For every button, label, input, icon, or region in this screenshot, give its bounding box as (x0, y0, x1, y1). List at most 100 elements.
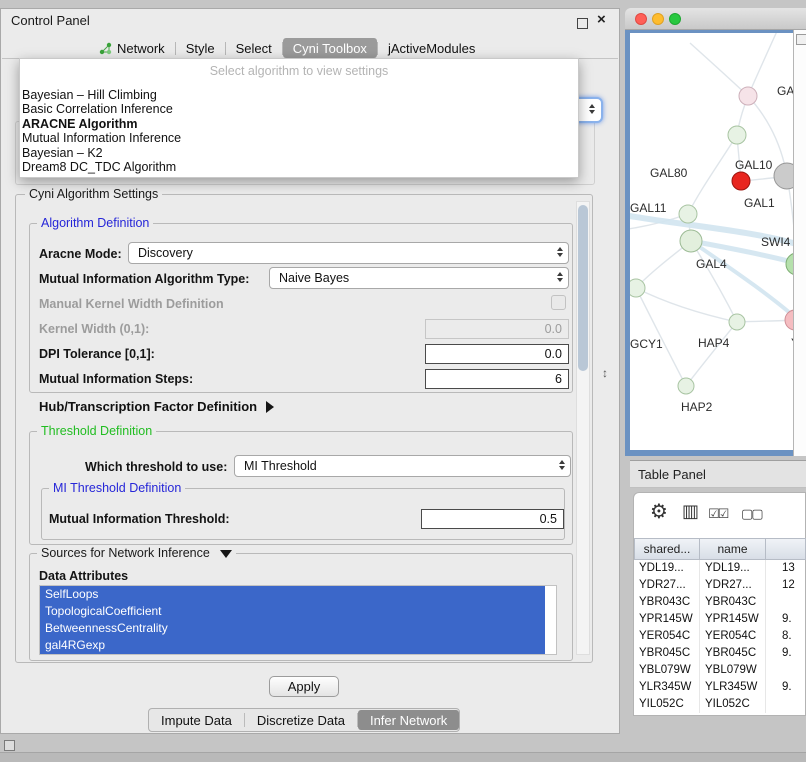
which-threshold-label: Which threshold to use: (85, 460, 227, 474)
float-panel-icon[interactable] (577, 16, 588, 34)
table-row[interactable]: YIL052C YIL052C (634, 696, 806, 713)
tab-network[interactable]: Network (89, 38, 175, 58)
table-row[interactable]: YDL19... YDL19... 13 (634, 560, 806, 577)
network-node[interactable] (785, 310, 793, 330)
mi-steps-label: Mutual Information Steps: (39, 372, 193, 386)
network-node[interactable] (679, 205, 697, 223)
apply-button[interactable]: Apply (269, 676, 339, 697)
kernel-width-field[interactable]: 0.0 (425, 319, 569, 339)
control-panel-tabs: Network Style Select Cyni Toolbox jActiv… (89, 37, 485, 59)
network-node[interactable] (786, 253, 793, 275)
algorithm-option[interactable]: Mutual Information Inference (20, 131, 578, 145)
hub-section-toggle[interactable]: Hub/Transcription Factor Definition (39, 399, 274, 414)
table-row[interactable]: YBL079W YBL079W (634, 662, 806, 679)
gear-icon[interactable]: ⚙ (650, 499, 668, 524)
algorithm-option[interactable]: Bayesian – K2 (20, 146, 578, 160)
algorithm-option[interactable]: Basic Correlation Inference (20, 102, 578, 116)
data-attributes-label: Data Attributes (39, 569, 128, 583)
network-node[interactable] (680, 230, 702, 252)
close-panel-icon[interactable]: × (597, 13, 606, 27)
cell: YIL052C (634, 696, 700, 713)
tab-infer-network[interactable]: Infer Network (358, 710, 459, 730)
attribute-item-selected[interactable]: SelfLoops (40, 586, 545, 603)
collapsed-panel-icon[interactable] (4, 740, 15, 751)
attribute-item-selected[interactable]: BetweennessCentrality (40, 620, 545, 637)
sources-section-label: Sources for Network Inference (41, 546, 210, 560)
app-bottom-edge (0, 752, 806, 762)
attribute-item-selected[interactable]: TopologicalCoefficient (40, 603, 545, 620)
table-row[interactable]: YDR27... YDR27... 12 (634, 577, 806, 594)
cell: YBR045C (700, 645, 766, 662)
network-node[interactable] (678, 378, 694, 394)
threshold-definition-title: Threshold Definition (37, 424, 156, 438)
tab-cyni-toolbox[interactable]: Cyni Toolbox (283, 38, 377, 58)
mi-threshold-field[interactable]: 0.5 (421, 509, 564, 529)
traffic-light-zoom[interactable] (669, 13, 681, 25)
algorithm-option-selected[interactable]: ARACNE Algorithm (20, 117, 578, 131)
show-columns-icon[interactable]: ☑☑ (708, 506, 727, 522)
network-graph: GAL GAL80 GAL10 GAL11 GAL1 SWI4 GAL4 GCY… (630, 33, 793, 450)
tab-label: Network (117, 41, 165, 56)
network-node[interactable] (728, 126, 746, 144)
table-panel-title: Table Panel (638, 467, 706, 482)
data-attributes-list: SelfLoops TopologicalCoefficient Between… (39, 585, 557, 655)
cell (766, 662, 806, 679)
mi-algorithm-type-value: Naive Bayes (279, 271, 349, 285)
table-row[interactable]: YBR043C YBR043C (634, 594, 806, 611)
table-row[interactable]: YBR045C YBR045C 9. (634, 645, 806, 662)
mi-steps-field[interactable]: 6 (425, 369, 569, 389)
table-row[interactable]: YPR145W YPR145W 9. (634, 611, 806, 628)
cell (766, 594, 806, 611)
mi-algorithm-type-select[interactable]: Naive Bayes (269, 267, 569, 289)
network-corner-button[interactable] (796, 34, 806, 45)
tab-label: Style (186, 41, 215, 56)
tab-jactivemodules[interactable]: jActiveModules (378, 38, 485, 58)
node-label: SWI4 (761, 235, 791, 249)
table-row[interactable]: YLR345W YLR345W 9. (634, 679, 806, 696)
panel-splitter-icon[interactable]: ↕ (602, 366, 608, 380)
tab-select[interactable]: Select (226, 38, 282, 58)
network-node-labels: GAL GAL80 GAL10 GAL11 GAL1 SWI4 GAL4 GCY… (630, 84, 793, 414)
attribute-item-selected[interactable]: gal4RGexp (40, 637, 545, 654)
network-node[interactable] (739, 87, 757, 105)
cell: YDR27... (634, 577, 700, 594)
algorithm-option[interactable]: Dream8 DC_TDC Algorithm (20, 160, 578, 174)
network-canvas[interactable]: GAL GAL80 GAL10 GAL11 GAL1 SWI4 GAL4 GCY… (630, 33, 793, 450)
tab-label: Cyni Toolbox (293, 41, 367, 56)
cell: YDL19... (700, 560, 766, 577)
network-node[interactable] (774, 163, 793, 189)
settings-scrollbar-thumb[interactable] (578, 205, 588, 371)
traffic-light-close[interactable] (635, 13, 647, 25)
algorithm-placeholder: Select algorithm to view settings (20, 59, 578, 78)
tab-style[interactable]: Style (176, 38, 225, 58)
cell: YLR345W (700, 679, 766, 696)
traffic-light-minimize[interactable] (652, 13, 664, 25)
network-node[interactable] (729, 314, 745, 330)
column-header-name[interactable]: name (700, 538, 766, 560)
node-label: GAL11 (630, 201, 667, 215)
manual-kernel-checkbox[interactable] (551, 295, 566, 310)
table-row[interactable]: YER054C YER054C 8. (634, 628, 806, 645)
cell (766, 696, 806, 713)
algorithm-list: Bayesian – Hill Climbing Basic Correlati… (20, 88, 578, 174)
tab-impute-data[interactable]: Impute Data (149, 710, 244, 730)
tab-discretize-data[interactable]: Discretize Data (245, 710, 357, 730)
column-header-shared-name[interactable]: shared... (634, 538, 700, 560)
dpi-tolerance-field[interactable]: 0.0 (425, 344, 569, 364)
which-threshold-select[interactable]: MI Threshold (234, 455, 571, 477)
network-node[interactable] (630, 279, 645, 297)
hide-columns-icon[interactable]: ▢▢ (741, 506, 762, 522)
sources-section-toggle[interactable]: Sources for Network Inference (37, 546, 236, 560)
cell: YER054C (700, 628, 766, 645)
algorithm-option[interactable]: Bayesian – Hill Climbing (20, 88, 578, 102)
combo-arrows-icon (557, 272, 563, 282)
network-scrollbar-strip[interactable] (793, 30, 806, 456)
column-header-partial[interactable] (766, 538, 806, 560)
aracne-mode-select[interactable]: Discovery (128, 242, 569, 264)
columns-icon[interactable]: ▥ (682, 501, 699, 522)
network-node-selected[interactable] (732, 172, 750, 190)
algorithm-definition-title: Algorithm Definition (37, 216, 153, 230)
network-window-titlebar[interactable] (625, 8, 806, 30)
cell: 8. (766, 628, 806, 645)
cell: YDL19... (634, 560, 700, 577)
